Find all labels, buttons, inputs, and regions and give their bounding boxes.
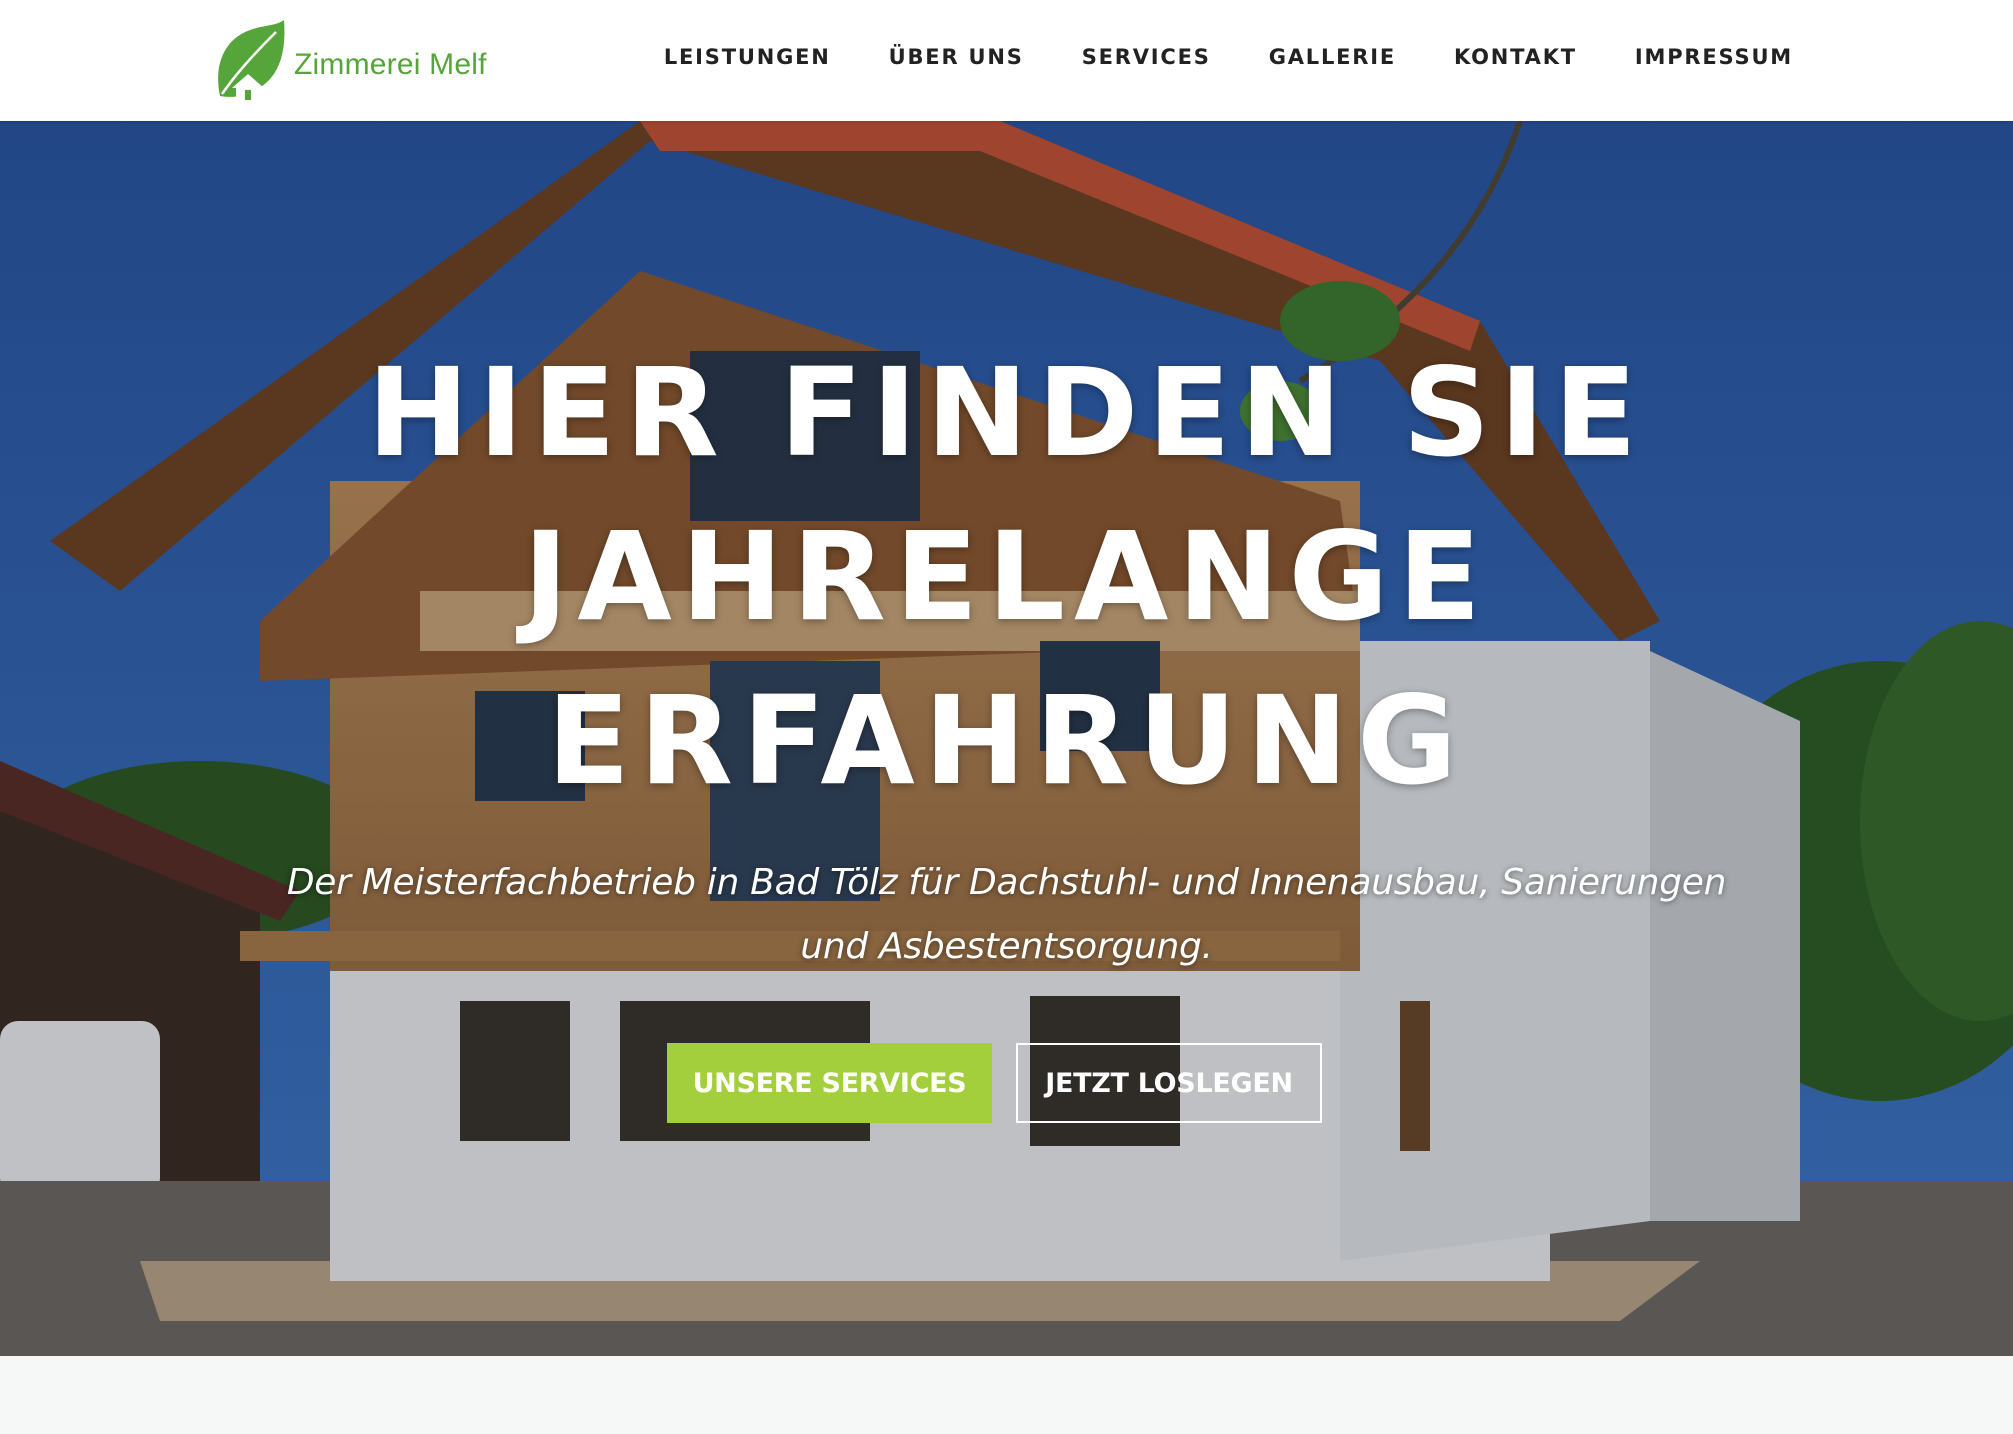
hero-title-line-1: HIER FINDEN SIE <box>367 342 1646 484</box>
site-header: Zimmerei Melf LEISTUNGEN ÜBER UNS SERVIC… <box>0 0 2013 121</box>
nav-ueber-uns[interactable]: ÜBER UNS <box>889 45 1024 69</box>
content-section-start <box>0 1356 2013 1434</box>
hero-title-line-2: JAHRELANGE <box>523 506 1490 648</box>
nav-impressum[interactable]: IMPRESSUM <box>1635 45 1793 69</box>
nav-gallerie[interactable]: GALLERIE <box>1269 45 1396 69</box>
unsere-services-button[interactable]: UNSERE SERVICES <box>667 1043 992 1123</box>
hero-subtitle: Der Meisterfachbetrieb in Bad Tölz für D… <box>286 862 1727 967</box>
nav-services[interactable]: SERVICES <box>1082 45 1211 69</box>
hero-title-line-3: ERFAHRUNG <box>546 670 1467 812</box>
brand-logo[interactable]: Zimmerei Melf <box>212 18 487 102</box>
nav-leistungen[interactable]: LEISTUNGEN <box>664 45 831 69</box>
hero-title: HIER FINDEN SIE JAHRELANGE ERFAHRUNG <box>0 331 2013 823</box>
main-navigation: LEISTUNGEN ÜBER UNS SERVICES GALLERIE KO… <box>664 0 1793 114</box>
jetzt-loslegen-button[interactable]: JETZT LOSLEGEN <box>1016 1043 1322 1123</box>
hero-section: HIER FINDEN SIE JAHRELANGE ERFAHRUNG Der… <box>0 121 2013 1356</box>
leaf-house-icon <box>218 20 285 100</box>
brand-name: Zimmerei Melf <box>294 48 487 81</box>
nav-kontakt[interactable]: KONTAKT <box>1454 45 1577 69</box>
